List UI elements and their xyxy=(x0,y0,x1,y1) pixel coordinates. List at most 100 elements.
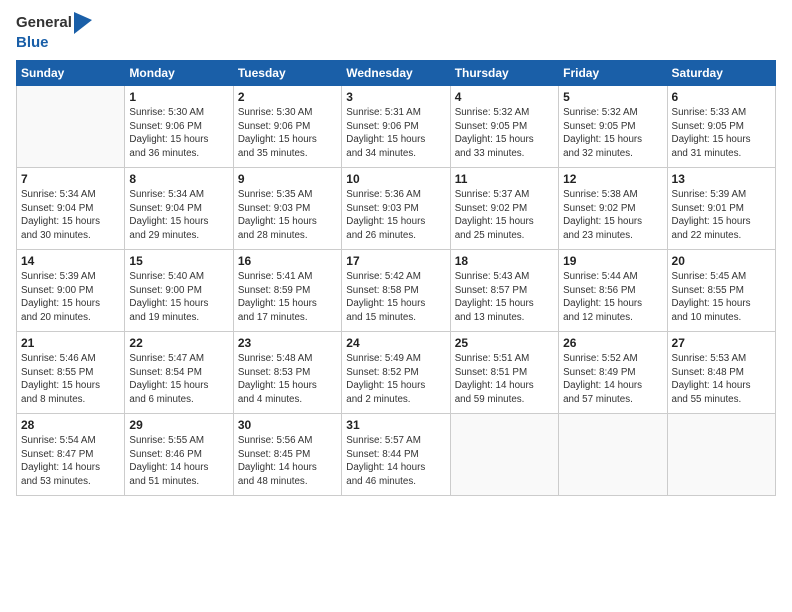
calendar-cell: 11 Sunrise: 5:37 AM Sunset: 9:02 PM Dayli… xyxy=(450,168,558,250)
calendar-cell: 9Sunrise: 5:35 AM Sunset: 9:03 PM Daylig… xyxy=(233,168,341,250)
column-header-saturday: Saturday xyxy=(667,61,775,86)
calendar-cell xyxy=(559,414,667,496)
column-header-thursday: Thursday xyxy=(450,61,558,86)
column-header-monday: Monday xyxy=(125,61,233,86)
cell-info-text: Sunrise: 5:32 AM Sunset: 9:05 PM Dayligh… xyxy=(455,106,554,161)
cell-info-text: Sunrise: 5:46 AM Sunset: 8:55 PM Dayligh… xyxy=(21,352,120,407)
cell-day-number: 6 xyxy=(672,90,771,104)
cell-info-text: Sunrise: 5:34 AM Sunset: 9:04 PM Dayligh… xyxy=(129,188,228,243)
cell-day-number: 22 xyxy=(129,336,228,350)
cell-day-number: 15 xyxy=(129,254,228,268)
cell-day-number: 9 xyxy=(238,172,337,186)
calendar-cell: 16 Sunrise: 5:41 AM Sunset: 8:59 PM Dayli… xyxy=(233,250,341,332)
cell-info-text: Sunrise: 5:36 AM Sunset: 9:03 PM Dayligh… xyxy=(346,188,445,243)
column-header-friday: Friday xyxy=(559,61,667,86)
cell-day-number: 10 xyxy=(346,172,445,186)
cell-day-number: 26 xyxy=(563,336,662,350)
logo-general-text: General xyxy=(16,14,72,31)
calendar-cell: 17 Sunrise: 5:42 AM Sunset: 8:58 PM Dayli… xyxy=(342,250,450,332)
week-row-3: 14 Sunrise: 5:39 AM Sunset: 9:00 PM Dayli… xyxy=(17,250,776,332)
cell-day-number: 25 xyxy=(455,336,554,350)
calendar-table: SundayMondayTuesdayWednesdayThursdayFrid… xyxy=(16,60,776,496)
cell-info-text: Sunrise: 5:38 AM Sunset: 9:02 PM Dayligh… xyxy=(563,188,662,243)
cell-day-number: 12 xyxy=(563,172,662,186)
cell-info-text: Sunrise: 5:41 AM Sunset: 8:59 PM Dayligh… xyxy=(238,270,337,325)
week-row-2: 7 Sunrise: 5:34 AM Sunset: 9:04 PM Daylig… xyxy=(17,168,776,250)
calendar-cell: 31Sunrise: 5:57 AM Sunset: 8:44 PM Dayli… xyxy=(342,414,450,496)
calendar-cell: 19Sunrise: 5:44 AM Sunset: 8:56 PM Dayli… xyxy=(559,250,667,332)
cell-day-number: 28 xyxy=(21,418,120,432)
page: General Blue SundayMondayTuesdayWednesda… xyxy=(0,0,792,612)
cell-info-text: Sunrise: 5:54 AM Sunset: 8:47 PM Dayligh… xyxy=(21,434,120,489)
cell-info-text: Sunrise: 5:57 AM Sunset: 8:44 PM Dayligh… xyxy=(346,434,445,489)
cell-info-text: Sunrise: 5:48 AM Sunset: 8:53 PM Dayligh… xyxy=(238,352,337,407)
cell-info-text: Sunrise: 5:30 AM Sunset: 9:06 PM Dayligh… xyxy=(129,106,228,161)
cell-info-text: Sunrise: 5:45 AM Sunset: 8:55 PM Dayligh… xyxy=(672,270,771,325)
cell-info-text: Sunrise: 5:43 AM Sunset: 8:57 PM Dayligh… xyxy=(455,270,554,325)
logo-icon xyxy=(74,12,92,34)
cell-day-number: 1 xyxy=(129,90,228,104)
cell-day-number: 4 xyxy=(455,90,554,104)
cell-info-text: Sunrise: 5:55 AM Sunset: 8:46 PM Dayligh… xyxy=(129,434,228,489)
calendar-cell: 12 Sunrise: 5:38 AM Sunset: 9:02 PM Dayli… xyxy=(559,168,667,250)
calendar-cell: 29 Sunrise: 5:55 AM Sunset: 8:46 PM Dayli… xyxy=(125,414,233,496)
calendar-cell: 18 Sunrise: 5:43 AM Sunset: 8:57 PM Dayli… xyxy=(450,250,558,332)
cell-day-number: 24 xyxy=(346,336,445,350)
cell-info-text: Sunrise: 5:39 AM Sunset: 9:01 PM Dayligh… xyxy=(672,188,771,243)
logo: General Blue xyxy=(16,12,92,52)
week-row-4: 21 Sunrise: 5:46 AM Sunset: 8:55 PM Dayli… xyxy=(17,332,776,414)
cell-day-number: 30 xyxy=(238,418,337,432)
cell-day-number: 8 xyxy=(129,172,228,186)
cell-info-text: Sunrise: 5:39 AM Sunset: 9:00 PM Dayligh… xyxy=(21,270,120,325)
cell-info-text: Sunrise: 5:32 AM Sunset: 9:05 PM Dayligh… xyxy=(563,106,662,161)
calendar-cell: 26Sunrise: 5:52 AM Sunset: 8:49 PM Dayli… xyxy=(559,332,667,414)
cell-info-text: Sunrise: 5:51 AM Sunset: 8:51 PM Dayligh… xyxy=(455,352,554,407)
column-header-tuesday: Tuesday xyxy=(233,61,341,86)
cell-info-text: Sunrise: 5:49 AM Sunset: 8:52 PM Dayligh… xyxy=(346,352,445,407)
cell-day-number: 17 xyxy=(346,254,445,268)
cell-day-number: 21 xyxy=(21,336,120,350)
calendar-cell: 25 Sunrise: 5:51 AM Sunset: 8:51 PM Dayli… xyxy=(450,332,558,414)
calendar-cell: 24 Sunrise: 5:49 AM Sunset: 8:52 PM Dayli… xyxy=(342,332,450,414)
cell-info-text: Sunrise: 5:33 AM Sunset: 9:05 PM Dayligh… xyxy=(672,106,771,161)
cell-day-number: 7 xyxy=(21,172,120,186)
calendar-cell: 8 Sunrise: 5:34 AM Sunset: 9:04 PM Daylig… xyxy=(125,168,233,250)
logo-blue-text: Blue xyxy=(16,34,49,51)
cell-info-text: Sunrise: 5:47 AM Sunset: 8:54 PM Dayligh… xyxy=(129,352,228,407)
calendar-cell xyxy=(450,414,558,496)
calendar-cell: 27 Sunrise: 5:53 AM Sunset: 8:48 PM Dayli… xyxy=(667,332,775,414)
cell-day-number: 3 xyxy=(346,90,445,104)
column-header-sunday: Sunday xyxy=(17,61,125,86)
cell-info-text: Sunrise: 5:56 AM Sunset: 8:45 PM Dayligh… xyxy=(238,434,337,489)
calendar-cell: 5 Sunrise: 5:32 AM Sunset: 9:05 PM Daylig… xyxy=(559,86,667,168)
calendar-cell: 10 Sunrise: 5:36 AM Sunset: 9:03 PM Dayli… xyxy=(342,168,450,250)
calendar-cell: 14 Sunrise: 5:39 AM Sunset: 9:00 PM Dayli… xyxy=(17,250,125,332)
calendar-cell: 20Sunrise: 5:45 AM Sunset: 8:55 PM Dayli… xyxy=(667,250,775,332)
cell-day-number: 29 xyxy=(129,418,228,432)
cell-info-text: Sunrise: 5:42 AM Sunset: 8:58 PM Dayligh… xyxy=(346,270,445,325)
calendar-cell xyxy=(17,86,125,168)
calendar-cell: 6 Sunrise: 5:33 AM Sunset: 9:05 PM Daylig… xyxy=(667,86,775,168)
calendar-cell: 22 Sunrise: 5:47 AM Sunset: 8:54 PM Dayli… xyxy=(125,332,233,414)
cell-day-number: 16 xyxy=(238,254,337,268)
calendar-cell: 15 Sunrise: 5:40 AM Sunset: 9:00 PM Dayli… xyxy=(125,250,233,332)
calendar-cell: 1 Sunrise: 5:30 AM Sunset: 9:06 PM Daylig… xyxy=(125,86,233,168)
cell-day-number: 18 xyxy=(455,254,554,268)
cell-day-number: 5 xyxy=(563,90,662,104)
cell-day-number: 23 xyxy=(238,336,337,350)
cell-info-text: Sunrise: 5:40 AM Sunset: 9:00 PM Dayligh… xyxy=(129,270,228,325)
calendar-cell: 13 Sunrise: 5:39 AM Sunset: 9:01 PM Dayli… xyxy=(667,168,775,250)
header: General Blue xyxy=(16,12,776,52)
column-header-wednesday: Wednesday xyxy=(342,61,450,86)
cell-day-number: 27 xyxy=(672,336,771,350)
cell-day-number: 14 xyxy=(21,254,120,268)
cell-day-number: 13 xyxy=(672,172,771,186)
week-row-1: 1 Sunrise: 5:30 AM Sunset: 9:06 PM Daylig… xyxy=(17,86,776,168)
cell-day-number: 11 xyxy=(455,172,554,186)
week-row-5: 28 Sunrise: 5:54 AM Sunset: 8:47 PM Dayli… xyxy=(17,414,776,496)
cell-info-text: Sunrise: 5:37 AM Sunset: 9:02 PM Dayligh… xyxy=(455,188,554,243)
cell-info-text: Sunrise: 5:44 AM Sunset: 8:56 PM Dayligh… xyxy=(563,270,662,325)
cell-info-text: Sunrise: 5:30 AM Sunset: 9:06 PM Dayligh… xyxy=(238,106,337,161)
calendar-cell: 3Sunrise: 5:31 AM Sunset: 9:06 PM Daylig… xyxy=(342,86,450,168)
cell-info-text: Sunrise: 5:53 AM Sunset: 8:48 PM Dayligh… xyxy=(672,352,771,407)
